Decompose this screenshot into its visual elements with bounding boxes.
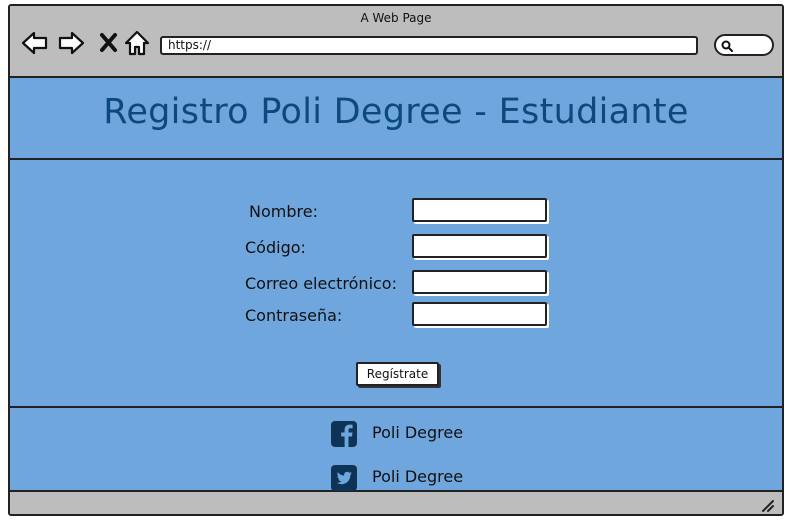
url-input[interactable]: https://: [160, 36, 698, 55]
password-field[interactable]: [412, 302, 547, 326]
twitter-link[interactable]: Poli Degree: [330, 462, 530, 492]
twitter-label: Poli Degree: [372, 467, 464, 486]
email-field[interactable]: [412, 270, 547, 294]
page-footer: Poli Degree Poli Degree: [10, 408, 782, 492]
window-title: A Web Page: [360, 11, 432, 25]
search-icon: [721, 40, 733, 52]
browser-toolbar: A Web Page https://: [10, 6, 782, 78]
twitter-icon: [331, 465, 357, 491]
registration-form: Nombre: Código: Correo electrónico: Cont…: [10, 160, 782, 408]
email-label: Correo electrónico:: [245, 274, 397, 293]
facebook-link[interactable]: Poli Degree: [330, 418, 530, 448]
register-button[interactable]: Regístrate: [356, 362, 439, 386]
code-field[interactable]: [412, 234, 547, 258]
page-header: Registro Poli Degree - Estudiante: [10, 78, 782, 160]
home-icon[interactable]: [122, 28, 152, 58]
facebook-icon: [331, 421, 357, 447]
forward-arrow-icon[interactable]: [56, 28, 86, 58]
back-arrow-icon[interactable]: [20, 28, 50, 58]
browser-window: A Web Page https:// Registro Poli Degree…: [8, 4, 784, 516]
name-field[interactable]: [412, 198, 547, 222]
facebook-label: Poli Degree: [372, 423, 464, 442]
password-label: Contraseña:: [245, 306, 343, 325]
code-label: Código:: [245, 238, 306, 257]
stop-x-icon[interactable]: [95, 28, 125, 58]
name-label: Nombre:: [249, 202, 318, 221]
page-title: Registro Poli Degree - Estudiante: [103, 92, 689, 132]
status-bar: [10, 492, 782, 514]
resize-grip-icon[interactable]: [760, 498, 774, 512]
search-field[interactable]: [714, 34, 774, 56]
